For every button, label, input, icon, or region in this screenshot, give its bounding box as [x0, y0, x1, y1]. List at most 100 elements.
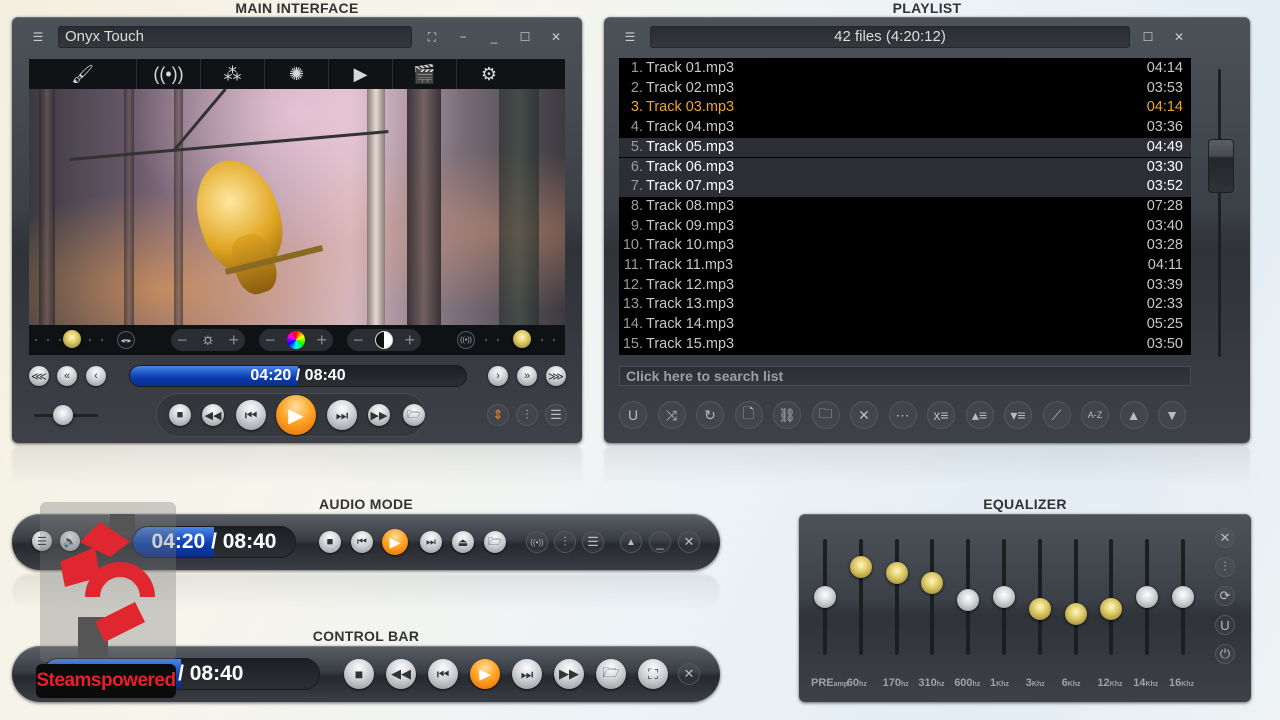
playlist-scrollbar-thumb[interactable] [1208, 139, 1234, 194]
audio-eject-button[interactable]: ⏏ [452, 531, 474, 553]
volume-boost-knob[interactable] [513, 330, 531, 348]
playlist-row[interactable]: 8. Track 08.mp3 07:28 [619, 197, 1191, 217]
audio-playlist-icon[interactable]: ☰ [582, 531, 604, 553]
shuffle-icon[interactable]: ⤨ [657, 401, 686, 429]
clapperboard-icon[interactable]: 🎬 [393, 59, 457, 89]
playlist-row[interactable]: 12. Track 12.mp3 03:39 [619, 276, 1191, 296]
play-folder-icon[interactable]: ▶ [329, 59, 393, 89]
balance-icon[interactable]: ◂•▸ [117, 331, 135, 349]
audio-play-button[interactable]: ▶ [382, 529, 408, 555]
fast-forward-button[interactable]: ▶▶ [368, 404, 390, 426]
playlist-row[interactable]: 10. Track 10.mp3 03:28 [619, 236, 1191, 256]
volume-knob[interactable] [52, 405, 73, 425]
search-list-input[interactable]: Click here to search list [619, 366, 1191, 386]
magic-wand-icon[interactable]: ⟋ [1042, 401, 1071, 429]
seek-back-medium-button[interactable]: « [57, 366, 77, 386]
seek-forward-medium-button[interactable]: » [517, 366, 537, 386]
eq-knob-3khz[interactable] [1028, 597, 1051, 620]
eq-close-icon[interactable]: ✕ [1215, 528, 1235, 548]
eq-knob-12khz[interactable] [1100, 597, 1123, 620]
surround-icon[interactable]: ((•)) [457, 331, 475, 349]
color-balls-icon[interactable]: ⁂ [201, 59, 265, 89]
controlbar-fast-forward-button[interactable]: ▶▶ [554, 659, 584, 689]
audio-close-icon[interactable]: ✕ [678, 531, 700, 553]
playlist-row[interactable]: 5. Track 05.mp3 04:49 [619, 137, 1191, 158]
playlist-row[interactable]: 13. Track 13.mp3 02:33 [619, 295, 1191, 315]
add-folder-icon[interactable]: 🗀 [811, 401, 840, 429]
eq-knob-60hz[interactable] [849, 555, 872, 578]
settings-gear-icon[interactable]: ⚙ [457, 59, 521, 89]
playlist-menu-icon[interactable]: ☰ [621, 28, 639, 46]
misc-icon[interactable]: ⋯ [888, 401, 917, 429]
eq-track[interactable] [930, 539, 935, 655]
controlbar-play-button[interactable]: ▶ [470, 659, 500, 689]
minimize-mode-icon[interactable]: − [454, 28, 472, 46]
eq-knob-170hz[interactable] [885, 561, 908, 584]
saturation-minus-button[interactable]: − [265, 330, 276, 351]
seek-forward-small-button[interactable]: › [488, 366, 508, 386]
playlist-row[interactable]: 11. Track 11.mp3 04:11 [619, 256, 1191, 276]
contrast-minus-button[interactable]: − [353, 330, 364, 351]
add-url-icon[interactable]: ⛓ [773, 401, 801, 429]
maximize-icon[interactable]: ☐ [516, 28, 534, 46]
eq-knob-14khz[interactable] [1136, 586, 1159, 608]
scroll-up-icon[interactable]: ▲ [1119, 401, 1148, 429]
controlbar-stop-button[interactable]: ■ [344, 659, 374, 689]
repeat-icon[interactable]: ↻ [696, 401, 724, 429]
controlbar-next-button[interactable]: ⏭ [512, 659, 542, 689]
next-button[interactable]: ⏭ [327, 400, 357, 430]
controlbar-previous-button[interactable]: ⏮ [428, 659, 458, 689]
contrast-plus-button[interactable]: + [404, 330, 415, 351]
eq-knob-1khz[interactable] [993, 586, 1015, 608]
play-button[interactable]: ▶ [276, 395, 316, 435]
audio-equalizer-icon[interactable]: ⫶ [554, 531, 576, 553]
sort-az-icon[interactable]: A-Z [1081, 401, 1109, 429]
open-file-button[interactable]: 🗁 [403, 404, 425, 426]
audio-minimize-icon[interactable]: _ [649, 531, 671, 553]
audio-next-button[interactable]: ⏭ [420, 531, 442, 553]
audio-broadcast-icon[interactable]: ((•)) [526, 531, 548, 553]
rewind-button[interactable]: ◀◀ [202, 404, 224, 426]
seek-back-small-button[interactable]: ‹ [86, 366, 106, 386]
playlist-close-icon[interactable]: ✕ [1170, 28, 1188, 46]
eq-track[interactable] [894, 539, 899, 655]
eq-snap-icon[interactable]: U [1215, 615, 1235, 635]
playlist-row[interactable]: 2. Track 02.mp3 03:53 [619, 79, 1191, 99]
remove-file-icon[interactable]: ✕ [850, 401, 878, 429]
controlbar-rewind-button[interactable]: ◀◀ [386, 659, 416, 689]
playlist-row[interactable]: 7. Track 07.mp3 03:52 [619, 177, 1191, 197]
video-area[interactable] [29, 89, 565, 325]
audio-previous-button[interactable]: ⏮ [351, 531, 373, 553]
eq-knob-preamp[interactable] [814, 586, 836, 608]
stop-button[interactable]: ■ [169, 404, 191, 426]
eq-presets-icon[interactable]: ⫶ [1215, 557, 1235, 577]
seek-back-large-button[interactable]: ⋘ [29, 366, 49, 386]
audio-open-button[interactable]: 🗁 [484, 531, 506, 553]
audio-expand-icon[interactable]: ▲ [620, 531, 642, 553]
move-up-list-icon[interactable]: ▴≡ [965, 401, 994, 429]
eq-knob-600hz[interactable] [957, 589, 980, 612]
eq-knob-16khz[interactable] [1172, 586, 1194, 608]
close-icon[interactable]: ✕ [547, 28, 565, 46]
playlist-row[interactable]: 4. Track 04.mp3 03:36 [619, 118, 1191, 138]
playlist-row[interactable]: 1. Track 01.mp3 04:14 [619, 59, 1191, 79]
eq-reset-icon[interactable]: ⟳ [1215, 586, 1235, 606]
add-file-icon[interactable]: 🗋 [734, 401, 763, 429]
seek-forward-large-button[interactable]: ⋙ [546, 366, 566, 386]
previous-button[interactable]: ⏮ [236, 400, 266, 430]
eq-knob-310hz[interactable] [921, 572, 944, 595]
controlbar-open-button[interactable]: 🗁 [596, 659, 626, 689]
saturation-plus-button[interactable]: + [316, 330, 327, 351]
brightness-minus-button[interactable]: − [177, 330, 188, 351]
equalizer-toggle-icon[interactable]: ⫶ [516, 404, 538, 426]
playlist-row[interactable]: 3. Track 03.mp3 04:14 [619, 98, 1191, 118]
menu-icon[interactable]: ☰ [29, 28, 47, 46]
eq-power-icon[interactable]: ⏻ [1215, 644, 1235, 664]
playlist-row[interactable]: 15. Track 15.mp3 03:50 [619, 335, 1191, 355]
playlist-toggle-icon[interactable]: ☰ [545, 404, 567, 426]
eq-track[interactable] [1073, 539, 1078, 655]
eq-knob-6khz[interactable] [1064, 603, 1087, 626]
brightness-plus-button[interactable]: + [228, 330, 239, 351]
balance-slider-knob[interactable] [63, 330, 81, 348]
move-down-list-icon[interactable]: ▾≡ [1004, 401, 1032, 429]
